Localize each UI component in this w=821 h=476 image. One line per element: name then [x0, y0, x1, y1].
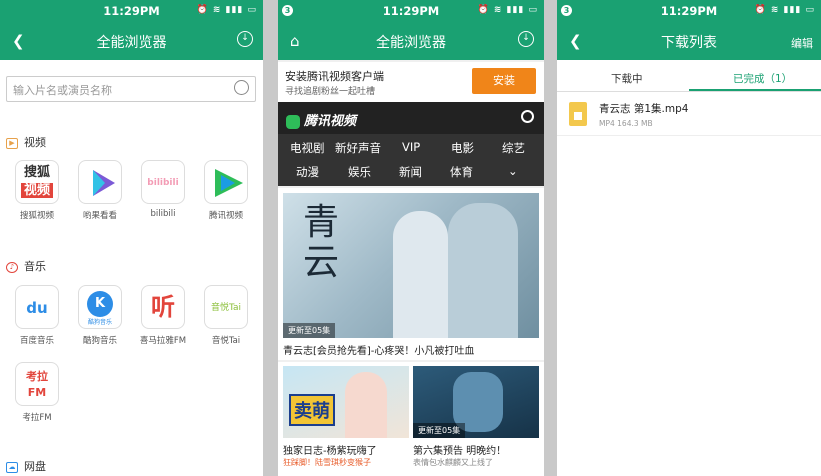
download-list-screen: 3 11:29PM ⏰ ≋ ▮▮▮ ▭ ❮ 下载列表 编辑 下载中 已完成（1）…: [557, 0, 821, 476]
file-name: 青云志 第1集.mp4: [599, 103, 689, 115]
file-meta: MP4 164.3 MB: [599, 119, 653, 128]
video-caption: 独家日志-杨紫玩嗨了: [283, 446, 377, 457]
file-icon: [569, 102, 587, 126]
divider: [263, 0, 278, 476]
tencent-video-logo[interactable]: 腾讯视频: [286, 110, 356, 129]
status-bar: 3 11:29PM ⏰ ≋ ▮▮▮ ▭: [557, 0, 821, 22]
nav-item[interactable]: 电影: [451, 140, 474, 156]
main-video-card[interactable]: 青云 更新至05集 青云志[会员抢先看]-心疼哭！小凡被打吐血: [278, 188, 544, 360]
koala-fm-icon: 考拉 FM: [15, 362, 59, 406]
app-header: ⌂ 全能浏览器 ↓: [278, 22, 544, 60]
category-nav: 电视剧 新好声音 VIP 电影 综艺 动漫 娱乐 新闻 体育 ⌄: [278, 134, 544, 186]
app-title: 全能浏览器: [376, 35, 446, 51]
tencent-video-bar: 腾讯视频: [278, 102, 544, 134]
baidu-music-icon: du: [15, 285, 59, 329]
video-section-icon: ▶: [6, 137, 18, 149]
download-tabs: 下载中 已完成（1）: [557, 62, 821, 92]
search-input[interactable]: 输入片名或演员名称: [6, 76, 256, 102]
app-title: 全能浏览器: [96, 35, 167, 51]
tencent-video-icon: [204, 160, 248, 204]
app-sohu-video[interactable]: 搜狐 视频 搜狐视频: [9, 160, 65, 221]
status-icons: ⏰ ≋ ▮▮▮ ▭: [754, 5, 815, 15]
episode-badge: 更新至05集: [413, 423, 466, 438]
figure-right: [448, 203, 518, 338]
video-grid: 卖萌 独家日志-杨紫玩嗨了 狂踩脚！陆雪琪秒变猴子 更新至05集 第六集预告 明…: [278, 362, 544, 476]
figure: [345, 372, 387, 438]
nav-item[interactable]: 动漫: [296, 164, 319, 180]
video-caption: 第六集预告 明晚约！: [413, 446, 507, 457]
tencent-logo-icon: [286, 114, 300, 129]
video-subcaption: 表情包水麒麟又上线了: [413, 458, 493, 467]
status-icons: ⏰ ≋ ▮▮▮ ▭: [477, 5, 538, 15]
nav-item[interactable]: 体育: [450, 164, 473, 180]
app-tencent-video[interactable]: 腾讯视频: [198, 160, 254, 221]
search-icon[interactable]: [521, 110, 534, 123]
figure-left: [393, 211, 448, 338]
nav-item[interactable]: 娱乐: [348, 164, 371, 180]
chevron-down-icon[interactable]: ⌄: [508, 164, 518, 178]
status-bar: 11:29PM ⏰ ≋ ▮▮▮ ▭: [0, 0, 263, 22]
app-header: ❮ 全能浏览器 ↓: [0, 22, 263, 60]
download-icon[interactable]: ↓: [518, 31, 534, 47]
section-music-header: ♪ 音乐: [6, 258, 46, 274]
tab-active-indicator: [689, 89, 821, 91]
music-section-icon: ♪: [6, 261, 18, 273]
nav-item[interactable]: 新闻: [399, 164, 422, 180]
install-banner: 安装腾讯视频客户端 寻找追剧粉丝一起吐槽 安装: [278, 62, 544, 102]
section-cloud-header: ☁ 网盘: [6, 458, 46, 474]
app-baidu-music[interactable]: du 百度音乐: [9, 285, 65, 346]
video-thumbnail-left[interactable]: 卖萌: [283, 366, 409, 438]
status-bar: 3 11:29PM ⏰ ≋ ▮▮▮ ▭: [278, 0, 544, 22]
watermark: 值 什么值得买: [700, 440, 815, 461]
section-video-header: ▶ 视频: [6, 134, 46, 150]
nav-item[interactable]: 新好声音: [335, 140, 381, 156]
video-caption: 青云志[会员抢先看]-心疼哭！小凡被打吐血: [283, 346, 475, 357]
app-koala-fm[interactable]: 考拉 FM 考拉FM: [9, 362, 65, 423]
video-thumbnail-right[interactable]: 更新至05集: [413, 366, 539, 438]
app-ximalaya[interactable]: 听 喜马拉雅FM: [135, 285, 191, 346]
poster-text: 卖萌: [289, 394, 335, 426]
app-bilibili[interactable]: bilibili bilibili: [135, 160, 191, 219]
app-yingguo[interactable]: 哟果看看: [72, 160, 128, 221]
search-placeholder: 输入片名或演员名称: [13, 84, 112, 97]
cloud-section-icon: ☁: [6, 461, 18, 473]
divider: [544, 0, 557, 476]
tencent-video-page: 3 11:29PM ⏰ ≋ ▮▮▮ ▭ ⌂ 全能浏览器 ↓ 安装腾讯视频客户端 …: [278, 0, 544, 476]
download-item[interactable]: 青云志 第1集.mp4 MP4 164.3 MB: [557, 96, 821, 136]
status-icons: ⏰ ≋ ▮▮▮ ▭: [196, 5, 257, 15]
sohu-video-icon: 搜狐 视频: [15, 160, 59, 204]
yinyuetai-icon: 音悦Tai: [204, 285, 248, 329]
ximalaya-icon: 听: [141, 285, 185, 329]
nav-item[interactable]: VIP: [402, 140, 420, 154]
edit-button[interactable]: 编辑: [791, 35, 813, 51]
search-icon[interactable]: [234, 80, 249, 95]
app-yinyuetai[interactable]: 音悦Tai 音悦Tai: [198, 285, 254, 346]
tab-completed[interactable]: 已完成（1）: [733, 71, 792, 86]
install-button[interactable]: 安装: [472, 68, 536, 94]
play-triangle-icon: [78, 160, 122, 204]
video-subcaption: 狂踩脚！陆雪琪秒变猴子: [283, 458, 371, 467]
download-icon[interactable]: ↓: [237, 31, 253, 47]
bilibili-icon: bilibili: [141, 160, 185, 204]
app-kugou-music[interactable]: K 酷狗音乐 酷狗音乐: [72, 285, 128, 346]
tab-downloading[interactable]: 下载中: [611, 71, 643, 86]
app-header: ❮ 下载列表 编辑: [557, 22, 821, 60]
kugou-icon: K 酷狗音乐: [78, 285, 122, 329]
title-calligraphy: 青云: [303, 202, 340, 283]
episode-badge: 更新至05集: [283, 323, 336, 338]
nav-item[interactable]: 综艺: [502, 140, 525, 156]
browser-home-screen: 11:29PM ⏰ ≋ ▮▮▮ ▭ ❮ 全能浏览器 ↓ 输入片名或演员名称 ▶ 视…: [0, 0, 263, 476]
video-thumbnail[interactable]: 青云 更新至05集: [283, 193, 539, 338]
nav-item[interactable]: 电视剧: [290, 140, 325, 156]
page-title: 下载列表: [661, 35, 717, 51]
